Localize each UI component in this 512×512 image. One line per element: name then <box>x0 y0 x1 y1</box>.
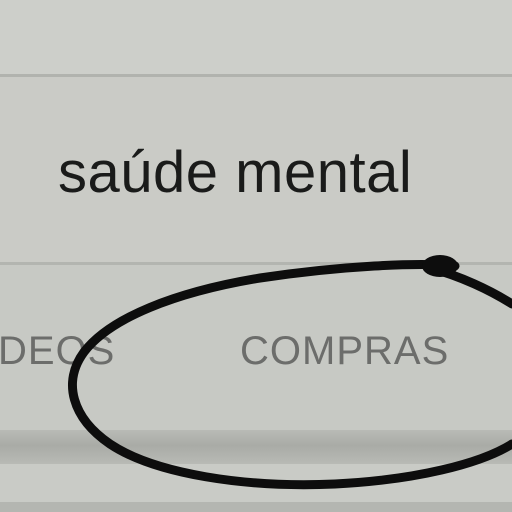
tab-videos[interactable]: DEOS <box>0 328 115 374</box>
tabs-shadow <box>0 430 512 464</box>
bottom-edge <box>0 502 512 512</box>
search-query-text: saúde mental <box>58 140 413 205</box>
top-bar <box>0 0 512 74</box>
tab-compras[interactable]: COMPRAS <box>240 328 449 374</box>
